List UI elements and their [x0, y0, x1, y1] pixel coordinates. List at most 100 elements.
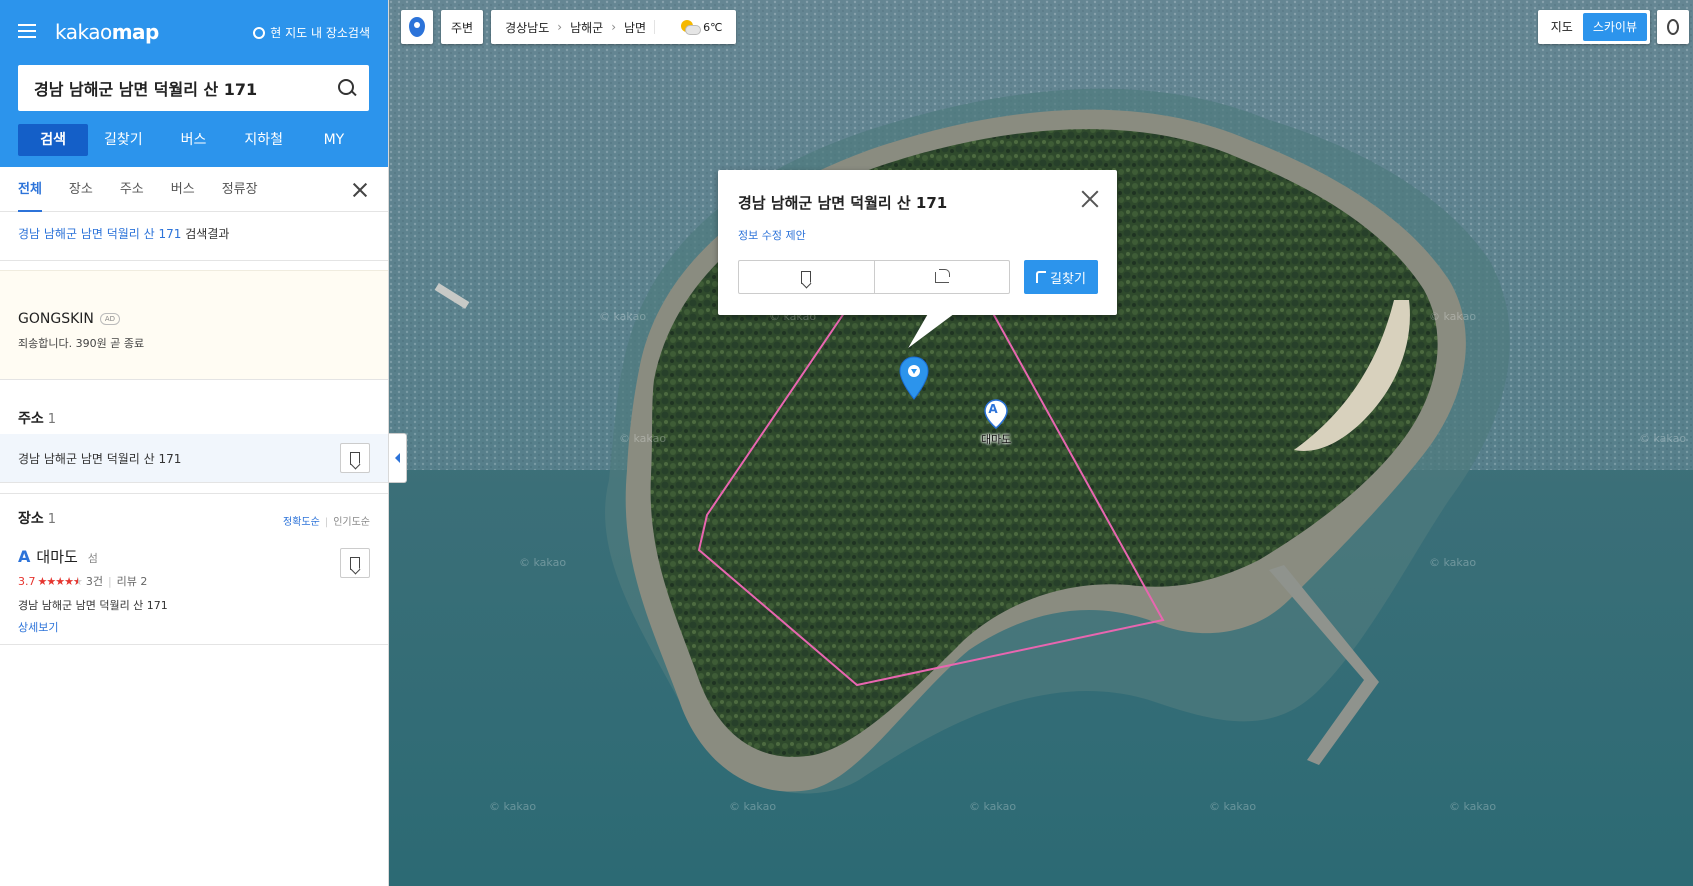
location-pin-icon — [1667, 19, 1679, 35]
rating-stars-icon: ★★★★★ ★ — [37, 574, 83, 588]
sort-options: 정확도순 | 인기도순 — [283, 517, 370, 528]
place-detail-link[interactable]: 상세보기 — [18, 619, 370, 635]
breadcrumb-province[interactable]: 경상남도 — [505, 19, 549, 36]
rating-row: 3.7 ★★★★★ ★ 3건 | 리뷰 2 — [18, 573, 148, 589]
marker-label: 대마도 — [981, 433, 1012, 446]
map-pin-icon — [409, 17, 425, 37]
tab-search[interactable]: 검색 — [18, 124, 89, 156]
map-watermark: © kakao — [1449, 800, 1497, 813]
search-box — [18, 65, 369, 111]
satellite-imagery — [389, 0, 1693, 886]
main-tabs: 검색 길찾기 버스 지하철 MY — [18, 124, 369, 156]
my-location-pin-button[interactable] — [401, 10, 433, 44]
directions-button[interactable]: 길찾기 — [1024, 260, 1098, 294]
temperature: 6℃ — [703, 20, 723, 34]
place-address: 경남 남해군 남면 덕월리 산 171 — [18, 599, 168, 612]
app-logo[interactable]: kakaomap — [55, 20, 159, 44]
breadcrumb-district[interactable]: 남면 — [624, 19, 646, 36]
rating-score: 3.7 — [18, 574, 36, 588]
suggest-edit-link[interactable]: 정보 수정 제안 — [738, 227, 1097, 243]
address-section: 주소 1 경남 남해군 남면 덕월리 산 171 — [0, 390, 388, 483]
collapse-sidebar-button[interactable] — [389, 433, 407, 483]
bookmark-button[interactable] — [340, 443, 370, 473]
ad-description: 죄송합니다. 390원 곧 종료 — [18, 337, 145, 350]
marker-letter: A — [988, 402, 998, 416]
map-watermark: © kakao — [489, 800, 537, 813]
rating-count: 3건 — [85, 575, 103, 588]
result-summary: 경남 남해군 남면 덕월리 산 171 검색결과 — [0, 212, 388, 261]
tab-my[interactable]: MY — [299, 124, 369, 156]
sort-popularity[interactable]: 인기도순 — [333, 517, 370, 528]
address-section-header: 주소 1 — [18, 411, 57, 427]
filter-tab-all[interactable]: 전체 — [18, 167, 42, 212]
place-section: 장소 1 정확도순 | 인기도순 A 대마도 섬 3.7 ★★★★★ ★ 3건 | 리뷰… — [0, 493, 388, 645]
search-icon[interactable] — [337, 78, 357, 98]
map-watermark: © kakao — [619, 432, 667, 445]
place-marker-a[interactable]: A 대마도 — [981, 399, 1011, 447]
sidebar: kakaomap 현 지도 내 장소검색 검색 길찾기 버스 지하철 MY 전체… — [0, 0, 389, 886]
result-filter-tabs: 전체 장소 주소 버스 정류장 — [0, 167, 388, 212]
bookmark-icon — [801, 270, 812, 284]
bookmark-button[interactable] — [340, 548, 370, 578]
tab-bus[interactable]: 버스 — [158, 124, 228, 156]
weather-widget[interactable]: 6℃ — [654, 20, 723, 35]
sidebar-header: kakaomap 현 지도 내 장소검색 검색 길찾기 버스 지하철 MY — [0, 0, 388, 167]
review-count[interactable]: 리뷰 2 — [117, 573, 148, 589]
location-button[interactable] — [1657, 10, 1689, 44]
tab-subway[interactable]: 지하철 — [229, 124, 299, 156]
share-icon — [934, 268, 950, 283]
map-type-map[interactable]: 지도 — [1541, 13, 1583, 41]
chevron-right-icon: › — [611, 20, 617, 34]
map-type-switcher: 지도 스카이뷰 — [1537, 10, 1650, 44]
bookmark-icon — [350, 556, 360, 570]
address-result-row[interactable]: 경남 남해군 남면 덕월리 산 171 — [0, 434, 388, 482]
filter-tab-bus[interactable]: 버스 — [171, 167, 195, 212]
nearby-button[interactable]: 주변 — [441, 10, 484, 44]
chevron-left-icon — [395, 453, 400, 463]
info-window-title: 경남 남해군 남면 덕월리 산 171 — [738, 194, 948, 212]
app-root: kakaomap 현 지도 내 장소검색 검색 길찾기 버스 지하철 MY 전체… — [0, 0, 1693, 886]
location-marker-icon — [899, 356, 929, 400]
place-marker-letter: A — [18, 547, 31, 566]
ad-title: GONGSKIN AD — [18, 311, 370, 327]
place-list-item[interactable]: A 대마도 섬 3.7 ★★★★★ ★ 3건 | 리뷰 2 경남 남해군 남면 덕… — [0, 534, 388, 644]
address-text: 경남 남해군 남면 덕월리 산 171 — [18, 451, 182, 466]
bookmark-icon — [350, 451, 360, 465]
place-category: 섬 — [87, 552, 98, 565]
share-button[interactable] — [873, 261, 1010, 293]
sort-accuracy[interactable]: 정확도순 — [283, 517, 320, 528]
map-watermark: © kakao — [729, 800, 777, 813]
map-view[interactable]: © kakao © kakao © kakao © kakao © kakao … — [389, 0, 1693, 886]
ad-banner[interactable]: GONGSKIN AD 죄송합니다. 390원 곧 종료 — [0, 270, 388, 380]
map-watermark: © kakao — [969, 800, 1017, 813]
tab-directions[interactable]: 길찾기 — [88, 124, 158, 156]
map-toolbar: 주변 경상남도 › 남해군 › 남면 6℃ — [401, 10, 737, 44]
save-place-button[interactable] — [739, 261, 874, 293]
map-watermark: © kakao — [519, 556, 567, 569]
filter-tab-stop[interactable]: 정류장 — [222, 167, 258, 212]
route-icon — [1036, 271, 1047, 283]
map-type-skyview[interactable]: 스카이뷰 — [1582, 13, 1647, 41]
radio-circle-icon — [253, 26, 266, 39]
map-watermark: © kakao — [1429, 556, 1477, 569]
filter-tab-address[interactable]: 주소 — [120, 167, 144, 212]
map-watermark: © kakao — [1429, 310, 1477, 323]
ad-badge: AD — [99, 313, 121, 325]
search-input[interactable] — [34, 78, 337, 98]
chevron-right-icon: › — [557, 20, 563, 34]
menu-icon[interactable] — [18, 24, 36, 38]
info-window: 경남 남해군 남면 덕월리 산 171 정보 수정 제안 길찾기 — [718, 170, 1117, 315]
map-watermark: © kakao — [1209, 800, 1257, 813]
place-section-header: 장소 1 정확도순 | 인기도순 — [18, 511, 370, 528]
map-watermark: © kakao — [599, 310, 647, 323]
map-watermark: © kakao — [1639, 432, 1687, 445]
close-icon[interactable] — [352, 182, 368, 198]
map-area-search-toggle[interactable]: 현 지도 내 장소검색 — [253, 24, 370, 41]
breadcrumb-county[interactable]: 남해군 — [570, 19, 603, 36]
filter-tab-place[interactable]: 장소 — [69, 167, 93, 212]
place-name[interactable]: 대마도 — [36, 546, 77, 567]
region-breadcrumb: 경상남도 › 남해군 › 남면 6℃ — [491, 10, 737, 44]
info-window-actions — [738, 260, 1010, 294]
close-icon[interactable] — [1081, 190, 1099, 208]
selected-location-marker[interactable] — [899, 356, 929, 404]
